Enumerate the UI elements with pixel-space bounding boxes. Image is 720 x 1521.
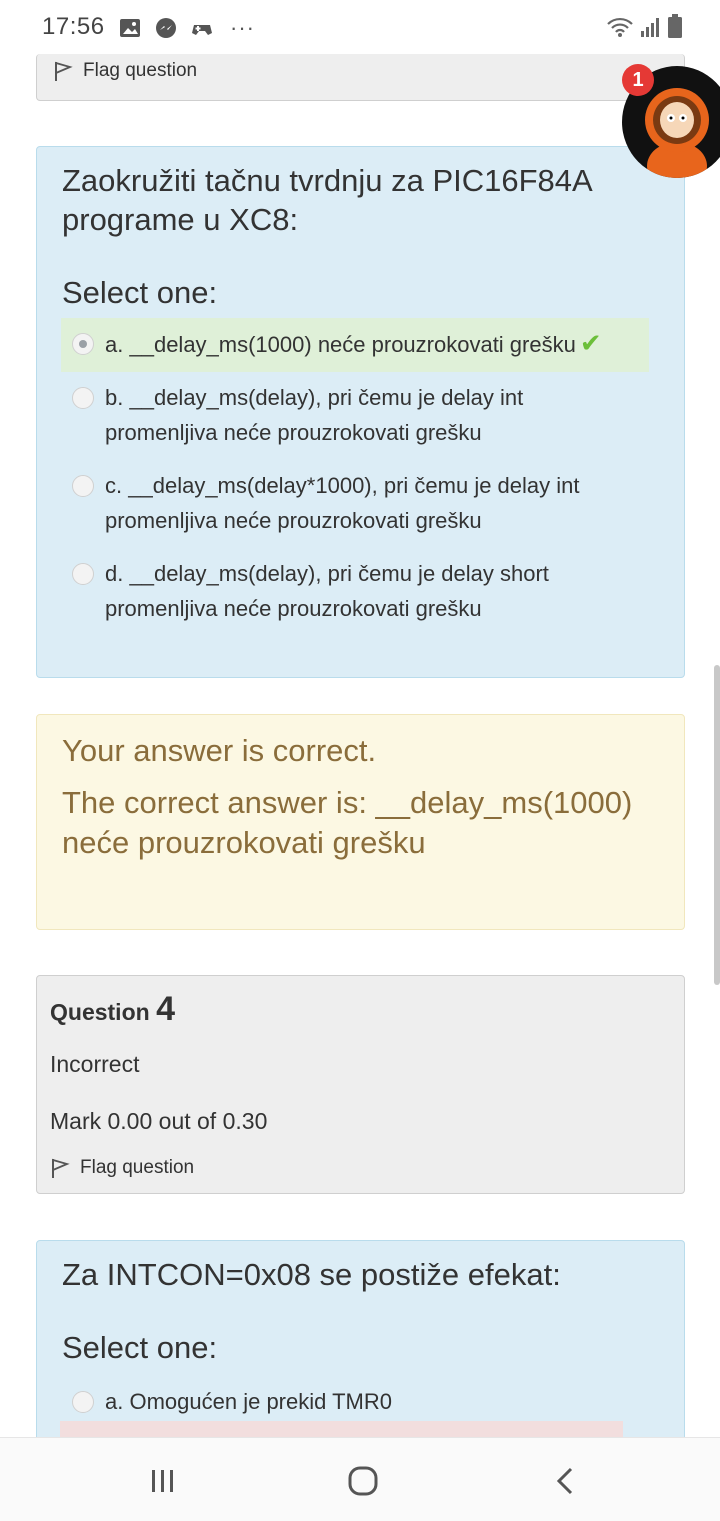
flag-icon — [52, 1158, 70, 1178]
answer-option-a[interactable]: a. __delay_ms(1000) neće prouzrokovati g… — [61, 318, 649, 372]
answer-option-d[interactable]: d. __delay_ms(delay), pri čemu je delay … — [61, 548, 649, 636]
question-label: Question — [50, 999, 150, 1025]
question-4-formulation: Za INTCON=0x08 se postiže efekat: Select… — [36, 1240, 685, 1450]
question-grade: Mark 0.00 out of 0.30 — [50, 1108, 268, 1134]
answer-options: a. __delay_ms(1000) neće prouzrokovati g… — [61, 318, 649, 636]
previous-question-info: Flag question — [36, 54, 685, 101]
option-letter: c. — [105, 473, 123, 498]
scrollbar[interactable] — [714, 665, 720, 985]
answer-option-c[interactable]: c. __delay_ms(delay*1000), pri čemu je d… — [61, 460, 649, 548]
option-letter: d. — [105, 561, 124, 586]
feedback-right-answer: The correct answer is: __delay_ms(1000) … — [62, 785, 633, 860]
flag-question-link[interactable]: Flag question — [50, 1157, 671, 1179]
answer-option-b[interactable]: b. __delay_ms(delay), pri čemu je delay … — [61, 372, 649, 460]
question-text: Zaokružiti tačnu tvrdnju za PIC16F84A pr… — [62, 163, 591, 237]
radio-button[interactable] — [72, 475, 94, 497]
signal-icon — [641, 18, 659, 37]
option-label: Omogućen je prekid TMR0 — [129, 1389, 392, 1414]
more-dots-icon: ··· — [230, 15, 255, 40]
home-button[interactable] — [346, 1464, 380, 1498]
radio-button[interactable] — [72, 563, 94, 585]
status-bar: 17:56 ··· — [0, 0, 720, 56]
option-letter: a. — [105, 332, 124, 357]
option-letter: b. — [105, 385, 124, 410]
wifi-icon — [607, 17, 633, 37]
messenger-icon — [156, 18, 176, 38]
radio-button[interactable] — [72, 333, 94, 355]
option-label: __delay_ms(1000) neće prouzrokovati greš… — [129, 332, 576, 357]
battery-icon — [668, 14, 682, 38]
question-4-info: Question 4 Incorrect Mark 0.00 out of 0.… — [36, 975, 685, 1194]
option-letter: a. — [105, 1389, 124, 1414]
radio-button[interactable] — [72, 1391, 94, 1413]
select-one-label: Select one: — [62, 275, 218, 310]
question-number: Question 4 — [50, 990, 671, 1029]
question-number-value: 4 — [156, 990, 175, 1028]
back-icon — [556, 1467, 573, 1495]
checkmark-icon: ✔ — [579, 328, 602, 358]
status-time: 17:56 — [42, 13, 105, 40]
flag-question-label: Flag question — [83, 60, 198, 81]
radio-button[interactable] — [72, 387, 94, 409]
navigation-bar — [0, 1437, 720, 1521]
question-3-formulation: Zaokružiti tačnu tvrdnju za PIC16F84A pr… — [36, 146, 685, 678]
gallery-icon — [120, 19, 140, 37]
flag-icon — [55, 61, 73, 81]
notification-badge: 1 — [622, 64, 654, 96]
option-label: __delay_ms(delay), pri čemu je delay int… — [105, 385, 524, 445]
recent-apps-button[interactable] — [146, 1464, 180, 1498]
game-icon — [192, 25, 212, 35]
select-one-label: Select one: — [62, 1330, 218, 1365]
home-icon — [348, 1466, 378, 1496]
option-label: __delay_ms(delay), pri čemu je delay sho… — [105, 561, 549, 621]
flag-question-link[interactable]: Flag question — [53, 60, 197, 82]
question-state: Incorrect — [50, 1051, 140, 1077]
question-text: Za INTCON=0x08 se postiže efekat: — [62, 1257, 561, 1292]
flag-question-label: Flag question — [80, 1157, 195, 1178]
recent-apps-icon — [152, 1470, 173, 1492]
incorrect-option-highlight — [60, 1421, 623, 1437]
feedback-status: Your answer is correct. — [62, 733, 377, 768]
question-3-feedback: Your answer is correct. The correct answ… — [36, 714, 685, 930]
option-label: __delay_ms(delay*1000), pri čemu je dela… — [105, 473, 580, 533]
back-button[interactable] — [548, 1464, 582, 1498]
